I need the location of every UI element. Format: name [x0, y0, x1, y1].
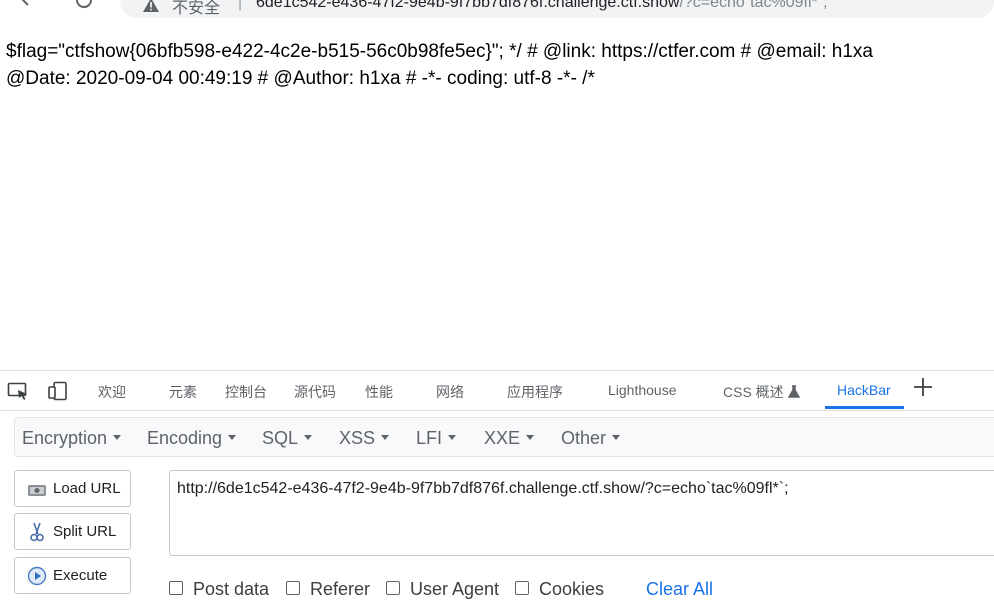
tab-css-overview[interactable]: CSS 概述 — [723, 382, 800, 402]
tab-sources[interactable]: 源代码 — [294, 382, 336, 402]
tab-elements[interactable]: 元素 — [169, 382, 197, 402]
tab-performance[interactable]: 性能 — [365, 382, 393, 402]
checkbox-box[interactable] — [515, 581, 529, 596]
caret-down-icon — [304, 434, 313, 440]
menu-encryption[interactable]: Encryption — [22, 428, 122, 449]
checkbox-box[interactable] — [169, 581, 183, 596]
tab-css-overview-label: CSS 概述 — [723, 384, 784, 400]
execute-button[interactable]: Execute — [14, 557, 131, 594]
menu-other[interactable]: Other — [561, 428, 621, 449]
warning-icon[interactable] — [142, 0, 160, 13]
post-data-label: Post data — [193, 579, 270, 599]
page-output: $flag="ctfshow{06bfb598-e422-4c2e-b515-5… — [6, 38, 994, 92]
menu-xxe[interactable]: XXE — [484, 428, 535, 449]
execute-label: Execute — [53, 567, 108, 584]
output-line-1: $flag="ctfshow{06bfb598-e422-4c2e-b515-5… — [6, 41, 873, 62]
output-line-2: @Date: 2020-09-04 00:49:19 # @Author: h1… — [6, 68, 595, 89]
cookies-checkbox[interactable]: Cookies — [515, 579, 604, 600]
menu-encoding[interactable]: Encoding — [147, 428, 237, 449]
tab-console[interactable]: 控制台 — [225, 382, 267, 402]
menu-lfi[interactable]: LFI — [416, 428, 457, 449]
menu-encryption-label: Encryption — [22, 428, 108, 448]
caret-down-icon — [113, 434, 122, 440]
reload-icon[interactable] — [72, 0, 96, 12]
cookies-label: Cookies — [539, 579, 605, 599]
load-url-label: Load URL — [53, 480, 121, 497]
checkbox-box[interactable] — [386, 581, 400, 596]
menu-sql[interactable]: SQL — [262, 428, 313, 449]
menu-encoding-label: Encoding — [147, 428, 223, 448]
clear-all-link[interactable]: Clear All — [646, 579, 713, 600]
tab-network[interactable]: 网络 — [436, 382, 464, 402]
caret-down-icon — [228, 434, 237, 440]
tab-welcome[interactable]: 欢迎 — [98, 382, 126, 402]
devtools-tabbar: 欢迎 元素 控制台 源代码 性能 网络 应用程序 Lighthouse CSS … — [0, 371, 994, 411]
tab-application[interactable]: 应用程序 — [507, 382, 563, 402]
scissors-icon — [27, 522, 47, 542]
tab-hackbar[interactable]: HackBar — [837, 382, 891, 398]
split-url-label: Split URL — [53, 523, 117, 540]
user-agent-label: User Agent — [410, 579, 500, 599]
back-arrow-icon[interactable] — [18, 0, 40, 10]
user-agent-checkbox[interactable]: User Agent — [386, 579, 499, 600]
tab-lighthouse[interactable]: Lighthouse — [608, 382, 677, 398]
menu-other-label: Other — [561, 428, 607, 448]
split-url-button[interactable]: Split URL — [14, 513, 131, 550]
menu-lfi-label: LFI — [416, 428, 443, 448]
device-toolbar-icon[interactable] — [47, 381, 69, 401]
add-tab-icon[interactable] — [912, 376, 934, 403]
checkbox-box[interactable] — [286, 581, 300, 596]
menu-xss-label: XSS — [339, 428, 376, 448]
address-bar[interactable]: 不安全 | 6de1c542-e436-47f2-9e4b-9f7bb7df87… — [120, 0, 994, 18]
caret-down-icon — [448, 434, 457, 440]
play-icon — [27, 566, 47, 586]
load-url-icon — [27, 479, 47, 499]
active-tab-indicator — [825, 406, 904, 409]
browser-toolbar: 不安全 | 6de1c542-e436-47f2-9e4b-9f7bb7df87… — [0, 0, 994, 20]
url-query: /?c=echo`tac%09fl*`; — [679, 0, 828, 11]
address-url[interactable]: 6de1c542-e436-47f2-9e4b-9f7bb7df876f.cha… — [256, 0, 828, 12]
caret-down-icon — [612, 434, 621, 440]
referer-checkbox[interactable]: Referer — [286, 579, 370, 600]
menu-sql-label: SQL — [262, 428, 299, 448]
load-url-button[interactable]: Load URL — [14, 470, 131, 507]
caret-down-icon — [381, 434, 390, 440]
menu-xss[interactable]: XSS — [339, 428, 390, 449]
devtools-panel: 欢迎 元素 控制台 源代码 性能 网络 应用程序 Lighthouse CSS … — [0, 370, 994, 616]
caret-down-icon — [526, 434, 535, 440]
security-label: 不安全 — [172, 0, 221, 17]
url-textarea[interactable]: http://6de1c542-e436-47f2-9e4b-9f7bb7df8… — [169, 470, 994, 556]
referer-label: Referer — [310, 579, 371, 599]
omnibox-separator: | — [238, 0, 243, 11]
url-host: 6de1c542-e436-47f2-9e4b-9f7bb7df876f.cha… — [256, 0, 680, 11]
hackbar-menubar: Encryption Encoding SQL XSS LFI XXE Othe… — [14, 417, 994, 457]
post-data-checkbox[interactable]: Post data — [169, 579, 269, 600]
inspect-icon[interactable] — [7, 381, 29, 401]
flask-icon — [787, 385, 800, 401]
menu-xxe-label: XXE — [484, 428, 521, 448]
